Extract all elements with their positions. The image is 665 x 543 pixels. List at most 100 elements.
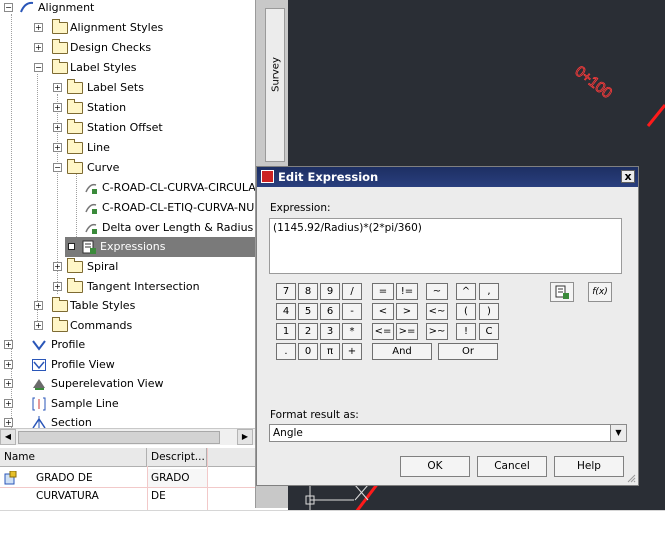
key-7[interactable]: 7 — [276, 283, 296, 300]
key-approx[interactable]: ~ — [426, 283, 448, 300]
tree-item-style-circular[interactable]: C-ROAD-CL-CURVA-CIRCULAR — [0, 178, 255, 198]
tree-item-alignment[interactable]: − Alignment — [0, 0, 255, 18]
tab-survey-label: Survey — [270, 57, 282, 92]
tree-item-section[interactable]: + Section — [0, 413, 255, 428]
folder-icon — [67, 99, 83, 114]
expand-icon[interactable]: + — [34, 321, 43, 330]
expand-icon[interactable]: + — [4, 379, 13, 388]
key-8[interactable]: 8 — [298, 283, 318, 300]
expand-icon[interactable]: + — [34, 23, 43, 32]
tree-item-sample-line[interactable]: + Sample Line — [0, 394, 255, 414]
key-0[interactable]: 0 — [298, 343, 318, 360]
expand-icon[interactable]: + — [53, 143, 62, 152]
key-3[interactable]: 3 — [320, 323, 340, 340]
key-decimal[interactable]: . — [276, 343, 296, 360]
expand-icon[interactable]: + — [4, 360, 13, 369]
tree-item-label-sets[interactable]: + Label Sets — [0, 78, 255, 98]
expand-icon[interactable]: + — [53, 282, 62, 291]
cancel-button[interactable]: Cancel — [477, 456, 547, 477]
key-less-than[interactable]: < — [372, 303, 394, 320]
tree-item-expressions[interactable]: Expressions — [65, 237, 255, 257]
key-and[interactable]: And — [372, 343, 432, 360]
tree-item-profile[interactable]: + Profile — [0, 335, 255, 355]
collapse-icon[interactable]: − — [34, 63, 43, 72]
key-2[interactable]: 2 — [298, 323, 318, 340]
key-9[interactable]: 9 — [320, 283, 340, 300]
scroll-thumb[interactable] — [18, 431, 220, 444]
expand-icon[interactable]: + — [34, 301, 43, 310]
column-header-name[interactable]: Name — [0, 448, 147, 466]
insert-property-button[interactable] — [550, 282, 574, 302]
tree-item-station[interactable]: + Station — [0, 98, 255, 118]
tab-survey[interactable]: Survey — [265, 8, 285, 162]
key-less-approx[interactable]: <~ — [426, 303, 448, 320]
collapse-icon[interactable]: − — [4, 3, 13, 12]
key-1[interactable]: 1 — [276, 323, 296, 340]
key-comma[interactable]: , — [479, 283, 499, 300]
expression-label: Expression: — [270, 202, 331, 214]
dialog-titlebar[interactable]: Edit Expression x — [257, 167, 638, 187]
tree-item-alignment-styles[interactable]: + Alignment Styles — [0, 18, 255, 38]
tree-item-profile-view[interactable]: + Profile View — [0, 355, 255, 375]
ok-button[interactable]: OK — [400, 456, 470, 477]
key-plus[interactable]: + — [342, 343, 362, 360]
tree-item-style-etiq[interactable]: C-ROAD-CL-ETIQ-CURVA-NUM — [0, 198, 255, 218]
column-header-description[interactable]: Descript... — [147, 448, 207, 466]
expression-input[interactable]: (1145.92/Radius)*(2*pi/360) — [269, 218, 622, 274]
key-less-equal[interactable]: <= — [372, 323, 394, 340]
close-button[interactable]: x — [621, 170, 635, 183]
expand-icon[interactable]: + — [53, 262, 62, 271]
key-minus[interactable]: - — [342, 303, 362, 320]
tree-item-superelevation-view[interactable]: + Superelevation View — [0, 374, 255, 394]
tree-item-label-styles[interactable]: − Label Styles — [0, 58, 255, 78]
tree-item-design-checks[interactable]: + Design Checks — [0, 38, 255, 58]
key-greater-equal[interactable]: >= — [396, 323, 418, 340]
key-greater-than[interactable]: > — [396, 303, 418, 320]
key-5[interactable]: 5 — [298, 303, 318, 320]
key-greater-approx[interactable]: >~ — [426, 323, 448, 340]
collapse-icon[interactable]: − — [53, 163, 62, 172]
key-divide[interactable]: / — [342, 283, 362, 300]
expand-icon[interactable]: + — [53, 103, 62, 112]
expand-icon[interactable]: + — [4, 418, 13, 427]
scroll-left-icon[interactable]: ◀ — [0, 429, 16, 445]
expand-icon[interactable]: + — [53, 123, 62, 132]
section-icon — [32, 416, 46, 428]
key-6[interactable]: 6 — [320, 303, 340, 320]
tree-item-line[interactable]: + Line — [0, 138, 255, 158]
expand-icon[interactable]: + — [4, 399, 13, 408]
tick-mark — [607, 77, 648, 126]
prospector-tree: − Alignment + Alignment Styles + Design … — [0, 0, 255, 428]
tree-item-table-styles[interactable]: + Table Styles — [0, 296, 255, 316]
resize-grip-icon[interactable] — [626, 473, 636, 483]
tree-item-commands[interactable]: + Commands — [0, 316, 255, 336]
key-close-paren[interactable]: ) — [479, 303, 499, 320]
list-row[interactable]: GRADO DE CURVATURA GRADO DE — [0, 469, 255, 502]
key-4[interactable]: 4 — [276, 303, 296, 320]
key-open-paren[interactable]: ( — [456, 303, 476, 320]
key-power[interactable]: ^ — [456, 283, 476, 300]
key-or[interactable]: Or — [438, 343, 498, 360]
tree-item-tangent-intersection[interactable]: + Tangent Intersection — [0, 277, 255, 297]
key-not[interactable]: ! — [456, 323, 476, 340]
tree-item-curve[interactable]: − Curve — [0, 158, 255, 178]
help-button[interactable]: Help — [554, 456, 624, 477]
tree-item-style-delta[interactable]: Delta over Length & Radius — [0, 218, 255, 238]
tree-item-station-offset[interactable]: + Station Offset — [0, 118, 255, 138]
chevron-down-icon[interactable]: ▼ — [610, 425, 626, 441]
tree-item-spiral[interactable]: + Spiral — [0, 257, 255, 277]
key-not-equals[interactable]: != — [396, 283, 418, 300]
expand-icon[interactable]: + — [34, 43, 43, 52]
insert-function-button[interactable]: f(x) — [588, 282, 612, 302]
scroll-right-icon[interactable]: ▶ — [237, 429, 253, 445]
folder-icon — [52, 19, 68, 34]
expand-icon[interactable]: + — [4, 340, 13, 349]
expand-icon[interactable]: + — [53, 83, 62, 92]
key-equals[interactable]: = — [372, 283, 394, 300]
dialog-title: Edit Expression — [278, 170, 379, 184]
tree-horizontal-scrollbar[interactable]: ◀ ▶ — [0, 428, 255, 445]
key-clear[interactable]: C — [479, 323, 499, 340]
key-pi[interactable]: π — [320, 343, 340, 360]
key-multiply[interactable]: * — [342, 323, 362, 340]
format-select[interactable]: Angle ▼ — [269, 424, 627, 442]
